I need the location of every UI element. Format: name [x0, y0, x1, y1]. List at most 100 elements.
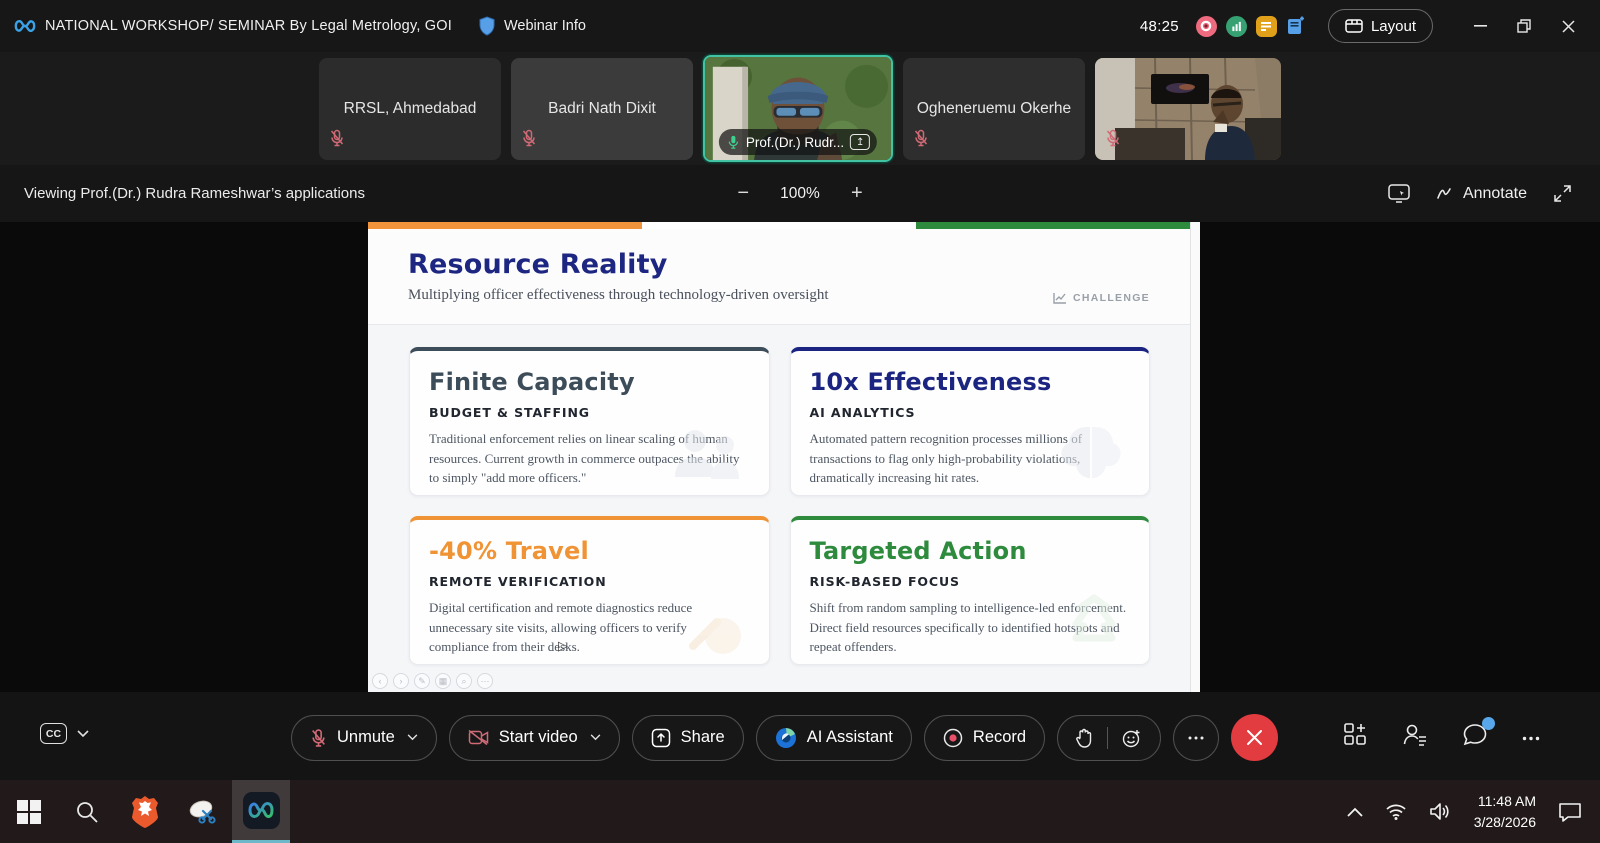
- minimize-button[interactable]: [1458, 8, 1502, 44]
- start-button[interactable]: [0, 780, 58, 843]
- webex-meeting-window: NATIONAL WORKSHOP/ SEMINAR By Legal Metr…: [0, 0, 1600, 843]
- zoom-out-button[interactable]: −: [732, 182, 754, 205]
- layout-button[interactable]: Layout: [1327, 9, 1433, 43]
- share-label: Share: [680, 728, 725, 746]
- mic-on-icon: [728, 135, 739, 149]
- more-options-button[interactable]: [1173, 714, 1220, 761]
- recording-indicator-icon[interactable]: [1195, 15, 1217, 37]
- reactions-pill: [1057, 714, 1162, 761]
- unmute-label: Unmute: [337, 728, 395, 746]
- share-screen-icon: [651, 728, 670, 747]
- chat-notification-dot: [1482, 717, 1495, 730]
- taskbar-search-button[interactable]: [58, 780, 116, 843]
- apps-button[interactable]: [1343, 722, 1368, 752]
- card-targeted-action: Targeted Action RISK-BASED FOCUS Shift f…: [789, 516, 1150, 665]
- travel-watermark-icon: [688, 618, 741, 654]
- raise-hand-icon[interactable]: [1076, 728, 1093, 748]
- start-video-label: Start video: [498, 728, 578, 746]
- annotate-pen-icon: [1437, 187, 1451, 199]
- notes-add-icon[interactable]: [1286, 16, 1307, 37]
- record-label: Record: [972, 728, 1027, 746]
- white-bar: [642, 222, 916, 229]
- meeting-titlebar: NATIONAL WORKSHOP/ SEMINAR By Legal Metr…: [0, 0, 1600, 52]
- zoom-level[interactable]: 100%: [780, 185, 820, 203]
- meeting-timer: 48:25: [1139, 17, 1179, 35]
- slide-header: Resource Reality Multiplying officer eff…: [368, 229, 1190, 325]
- annotate-label: Annotate: [1462, 184, 1527, 202]
- card-title: 10x Effectiveness: [809, 368, 1052, 396]
- participants-button[interactable]: [1402, 722, 1428, 752]
- participant-name: Prof.(Dr.) Rudr...: [745, 134, 845, 150]
- card-subtitle: REMOTE VERIFICATION: [429, 574, 607, 589]
- restore-button[interactable]: [1502, 8, 1546, 44]
- challenge-label: CHALLENGE: [1072, 292, 1150, 304]
- mic-muted-icon: [1105, 129, 1121, 152]
- share-button[interactable]: Share: [631, 714, 744, 761]
- leave-meeting-button[interactable]: [1231, 714, 1279, 761]
- camera-off-icon: [468, 729, 489, 746]
- target-watermark-icon: [1072, 594, 1116, 642]
- chevron-down-icon: [77, 729, 89, 737]
- brave-browser-icon[interactable]: [116, 780, 174, 843]
- video-tile[interactable]: Ogheneruemu Okerhe: [903, 57, 1085, 160]
- video-tile-strip: RRSL, Ahmedabad Badri Nath Dixit Prof.(D…: [0, 52, 1600, 165]
- ai-assistant-button[interactable]: AI Assistant: [755, 714, 912, 761]
- zoom-icon[interactable]: ⌕: [456, 673, 472, 689]
- video-tile[interactable]: Badri Nath Dixit: [511, 57, 693, 160]
- chevron-down-icon[interactable]: [407, 734, 418, 741]
- pill-divider: [1107, 726, 1109, 749]
- more-icon[interactable]: ⋯: [477, 673, 493, 689]
- meeting-title: NATIONAL WORKSHOP/ SEMINAR By Legal Metr…: [45, 18, 452, 34]
- viewing-bar: Viewing Prof.(Dr.) Rudra Rameshwar’s app…: [0, 165, 1600, 222]
- cc-icon: CC: [40, 723, 67, 744]
- close-button[interactable]: [1546, 8, 1590, 44]
- record-button[interactable]: Record: [923, 714, 1046, 761]
- unmute-button[interactable]: Unmute: [291, 714, 437, 761]
- add-reaction-icon[interactable]: [1122, 728, 1142, 748]
- prev-slide-icon[interactable]: ‹: [372, 673, 388, 689]
- video-tile[interactable]: [1095, 57, 1281, 160]
- webinar-info-label: Webinar Info: [503, 18, 586, 34]
- card-subtitle: RISK-BASED FOCUS: [809, 574, 960, 589]
- green-bar: [916, 222, 1190, 229]
- next-slide-icon[interactable]: ›: [393, 673, 409, 689]
- participant-video-feed: [1095, 57, 1281, 160]
- card-finite-capacity: Finite Capacity BUDGET & STAFFING Tradit…: [409, 347, 770, 496]
- record-icon: [943, 728, 963, 747]
- content-scrollbar[interactable]: [1190, 222, 1200, 692]
- mic-muted-icon: [312, 728, 325, 747]
- volume-icon[interactable]: [1429, 802, 1452, 821]
- more-panel-button[interactable]: [1522, 728, 1540, 746]
- expand-icon[interactable]: [1553, 184, 1572, 203]
- grid-view-icon[interactable]: ▦: [435, 673, 451, 689]
- zoom-in-button[interactable]: +: [846, 182, 868, 205]
- card-title: Targeted Action: [809, 537, 1027, 565]
- closed-captions-button[interactable]: CC: [40, 723, 89, 744]
- taskbar-clock[interactable]: 11:48 AM 3/28/2026: [1474, 791, 1536, 832]
- wifi-icon[interactable]: [1385, 803, 1407, 820]
- video-tile[interactable]: RRSL, Ahmedabad: [319, 57, 501, 160]
- chart-icon: [1053, 293, 1066, 304]
- chevron-down-icon[interactable]: [590, 734, 601, 741]
- chat-notification-icon[interactable]: [1255, 15, 1277, 37]
- webex-taskbar-icon[interactable]: [232, 780, 290, 843]
- participant-name: Ogheneruemu Okerhe: [916, 99, 1072, 117]
- shared-content-stage: Resource Reality Multiplying officer eff…: [0, 222, 1600, 692]
- saffron-bar: [368, 222, 642, 229]
- video-tile-active-speaker[interactable]: Prof.(Dr.) Rudr... ↥: [703, 55, 893, 162]
- active-speaker-name-pill: Prof.(Dr.) Rudr... ↥: [718, 129, 878, 155]
- webinar-info-button[interactable]: Webinar Info: [478, 16, 586, 36]
- action-center-icon[interactable]: [1558, 802, 1582, 822]
- brain-watermark-icon: [1061, 427, 1121, 478]
- annotate-button[interactable]: Annotate: [1436, 185, 1527, 203]
- chat-button[interactable]: [1462, 717, 1495, 752]
- stats-indicator-icon[interactable]: [1225, 15, 1247, 37]
- card-subtitle: AI ANALYTICS: [809, 405, 916, 420]
- sharing-screen-icon: ↥: [850, 134, 871, 150]
- edit-icon[interactable]: ✎: [414, 673, 430, 689]
- start-video-button[interactable]: Start video: [448, 714, 620, 761]
- snipping-tool-icon[interactable]: [174, 780, 232, 843]
- card-subtitle: BUDGET & STAFFING: [429, 405, 590, 420]
- display-pointer-icon[interactable]: [1388, 184, 1410, 203]
- tray-expand-icon[interactable]: [1347, 807, 1363, 817]
